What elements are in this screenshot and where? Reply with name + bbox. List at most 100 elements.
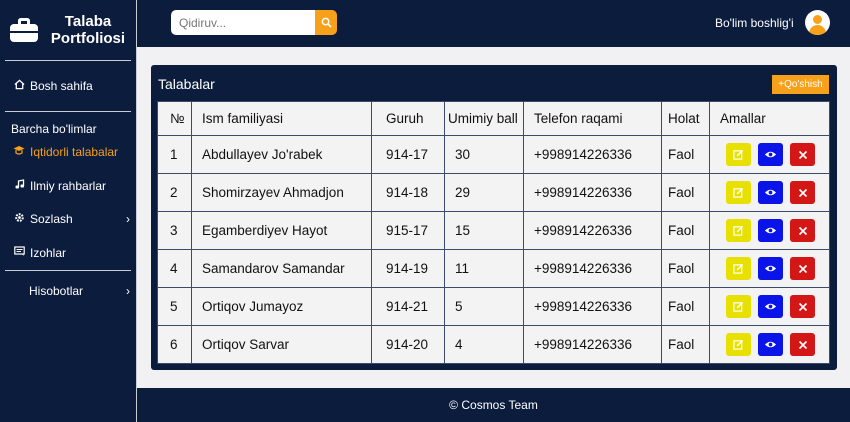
delete-button[interactable]: [790, 257, 815, 280]
sidebar-item-label: Izohlar: [30, 246, 67, 260]
sidebar-divider: [5, 270, 131, 271]
row-actions: [709, 249, 830, 288]
view-button[interactable]: [758, 143, 783, 166]
student-phone: +998914226336: [523, 249, 662, 288]
brand[interactable]: Talaba Portfoliosi: [0, 0, 136, 60]
sidebar-item-izohlar[interactable]: Izohlar: [12, 244, 66, 262]
briefcase-icon: [10, 18, 38, 42]
sidebar-item-hisobotlar[interactable]: Hisobotlar ›: [29, 282, 130, 300]
footer: © Cosmos Team: [137, 388, 850, 422]
row-actions: [709, 211, 830, 250]
status-badge: Faol: [661, 249, 710, 288]
sidebar-item-bosh-sahifa[interactable]: Bosh sahifa: [12, 77, 93, 95]
student-score: 11: [444, 249, 524, 288]
table-row: 4 Samandarov Samandar 914-19 11 +99891422633…: [157, 249, 830, 288]
sidebar-item-iqtidorli-talabalar[interactable]: Iqtidorli talabalar: [12, 143, 118, 161]
table-row: 1 Abdullayev Jo'rabek 914-17 30 +99891422633…: [157, 135, 830, 174]
delete-button[interactable]: [790, 181, 815, 204]
view-button[interactable]: [758, 181, 783, 204]
edit-button[interactable]: [726, 333, 751, 356]
page-title: Talabalar: [158, 76, 215, 92]
search-input[interactable]: [171, 10, 315, 35]
column-header[interactable]: Ism familiyasi: [191, 101, 372, 136]
edit-icon: [733, 301, 744, 312]
delete-button[interactable]: [790, 143, 815, 166]
column-header[interactable]: Telefon raqami: [523, 101, 662, 136]
status-badge: Faol: [661, 287, 710, 326]
student-phone: +998914226336: [523, 325, 662, 364]
table-row: 5 Ortiqov Jumayoz 914-21 5 +998914226336 Faol: [157, 287, 830, 326]
student-phone: +998914226336: [523, 135, 662, 174]
user-role-label: Bo'lim boshlig'i: [715, 16, 794, 30]
column-header[interactable]: №: [157, 101, 192, 136]
student-name: Ortiqov Sarvar: [191, 325, 372, 364]
footer-text: © Cosmos Team: [449, 398, 538, 412]
delete-button[interactable]: [790, 295, 815, 318]
sidebar-item-ilmiy-rahbarlar[interactable]: Ilmiy rahbarlar: [12, 177, 106, 195]
row-number: 1: [157, 135, 192, 174]
edit-button[interactable]: [726, 143, 751, 166]
student-phone: +998914226336: [523, 287, 662, 326]
students-table: № Ism familiyasi Guruh Umimiy ball Telef…: [157, 101, 830, 364]
student-group: 914-18: [371, 173, 445, 212]
student-name: Ortiqov Jumayoz: [191, 287, 372, 326]
comment-icon: [12, 246, 26, 260]
eye-icon: [764, 150, 777, 159]
search-bar: [171, 10, 337, 35]
view-button[interactable]: [758, 219, 783, 242]
delete-button[interactable]: [790, 333, 815, 356]
eye-icon: [764, 302, 777, 311]
delete-button[interactable]: [790, 219, 815, 242]
edit-button[interactable]: [726, 219, 751, 242]
edit-icon: [733, 263, 744, 274]
close-icon: [798, 340, 808, 350]
search-button[interactable]: [315, 10, 337, 35]
sidebar-item-label: Sozlash: [30, 212, 73, 226]
top-header: Bo'lim boshlig'i: [137, 0, 850, 47]
sidebar-item-label: Iqtidorli talabalar: [30, 145, 119, 159]
view-button[interactable]: [758, 257, 783, 280]
sidebar-item-sozlash[interactable]: Sozlash ›: [12, 210, 130, 228]
student-name: Egamberdiyev Hayot: [191, 211, 372, 250]
brand-title: Talaba Portfoliosi: [50, 13, 126, 47]
music-note-icon: [12, 179, 26, 193]
eye-icon: [764, 264, 777, 273]
row-number: 2: [157, 173, 192, 212]
student-score: 4: [444, 325, 524, 364]
table-row: 2 Shomirzayev Ahmadjon 914-18 29 +9989142263…: [157, 173, 830, 212]
sidebar-divider: [5, 111, 131, 112]
status-badge: Faol: [661, 325, 710, 364]
student-score: 30: [444, 135, 524, 174]
sidebar-divider: [5, 60, 131, 61]
close-icon: [798, 150, 808, 160]
close-icon: [798, 302, 808, 312]
student-name: Samandarov Samandar: [191, 249, 372, 288]
column-header[interactable]: Guruh: [371, 101, 445, 136]
student-name: Abdullayev Jo'rabek: [191, 135, 372, 174]
students-panel: Talabalar +Qo'shish № Ism familiyasi Gur…: [151, 65, 837, 370]
chevron-right-icon: ›: [126, 284, 130, 298]
row-number: 4: [157, 249, 192, 288]
edit-icon: [733, 149, 744, 160]
column-header[interactable]: Holat: [661, 101, 710, 136]
student-phone: +998914226336: [523, 173, 662, 212]
view-button[interactable]: [758, 333, 783, 356]
table-row: 3 Egamberdiyev Hayot 915-17 15 +998914226336…: [157, 211, 830, 250]
column-header[interactable]: Umimiy ball: [444, 101, 524, 136]
column-header: Amallar: [709, 101, 830, 136]
row-number: 5: [157, 287, 192, 326]
student-name: Shomirzayev Ahmadjon: [191, 173, 372, 212]
sidebar: Talaba Portfoliosi Bosh sahifa Barcha bo…: [0, 0, 137, 422]
row-actions: [709, 287, 830, 326]
edit-button[interactable]: [726, 257, 751, 280]
edit-icon: [733, 187, 744, 198]
student-group: 914-21: [371, 287, 445, 326]
edit-button[interactable]: [726, 295, 751, 318]
view-button[interactable]: [758, 295, 783, 318]
graduation-cap-icon: [12, 145, 26, 159]
avatar[interactable]: [805, 10, 830, 35]
edit-button[interactable]: [726, 181, 751, 204]
add-student-button[interactable]: +Qo'shish: [772, 75, 829, 94]
status-badge: Faol: [661, 211, 710, 250]
student-score: 15: [444, 211, 524, 250]
